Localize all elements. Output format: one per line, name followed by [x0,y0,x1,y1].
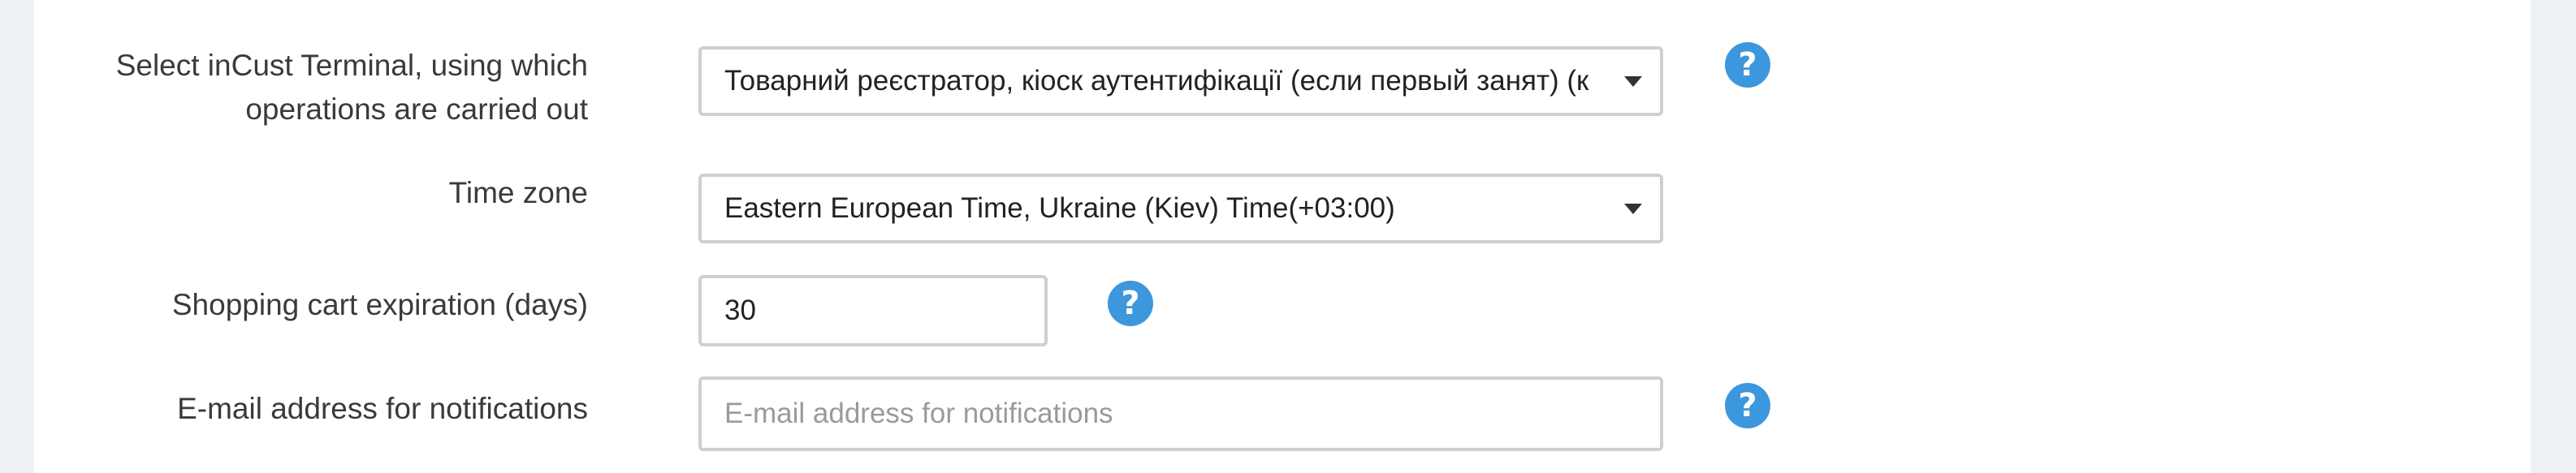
caret-down-icon [1624,76,1642,87]
email-placeholder: E-mail address for notifications [724,398,1113,429]
cart-expiration-value: 30 [724,295,756,326]
question-circle-icon[interactable]: ? [1725,42,1770,88]
question-circle-icon[interactable]: ? [1108,281,1153,326]
timezone-select-value: Eastern European Time, Ukraine (Kiev) Ti… [724,192,1395,224]
terminal-label-line2: operations are carried out [245,92,588,126]
email-label: E-mail address for notifications [177,392,588,425]
terminal-label: Select inCust Terminal, using which oper… [116,44,588,131]
caret-down-icon [1624,204,1642,214]
settings-panel: Select inCust Terminal, using which oper… [34,0,2531,473]
terminal-select-value: Товарний реєстратор, кіоск аутентифікаці… [724,65,1589,97]
cart-expiration-input[interactable]: 30 [698,275,1048,346]
question-circle-icon[interactable]: ? [1725,383,1770,428]
cart-expiration-label: Shopping cart expiration (days) [171,288,588,321]
timezone-label: Time zone [448,176,588,209]
terminal-label-line1: Select inCust Terminal, using which [115,49,588,82]
terminal-select[interactable]: Товарний реєстратор, кіоск аутентифікаці… [698,46,1663,116]
timezone-select[interactable]: Eastern European Time, Ukraine (Kiev) Ti… [698,174,1663,243]
email-input[interactable]: E-mail address for notifications [698,376,1663,451]
